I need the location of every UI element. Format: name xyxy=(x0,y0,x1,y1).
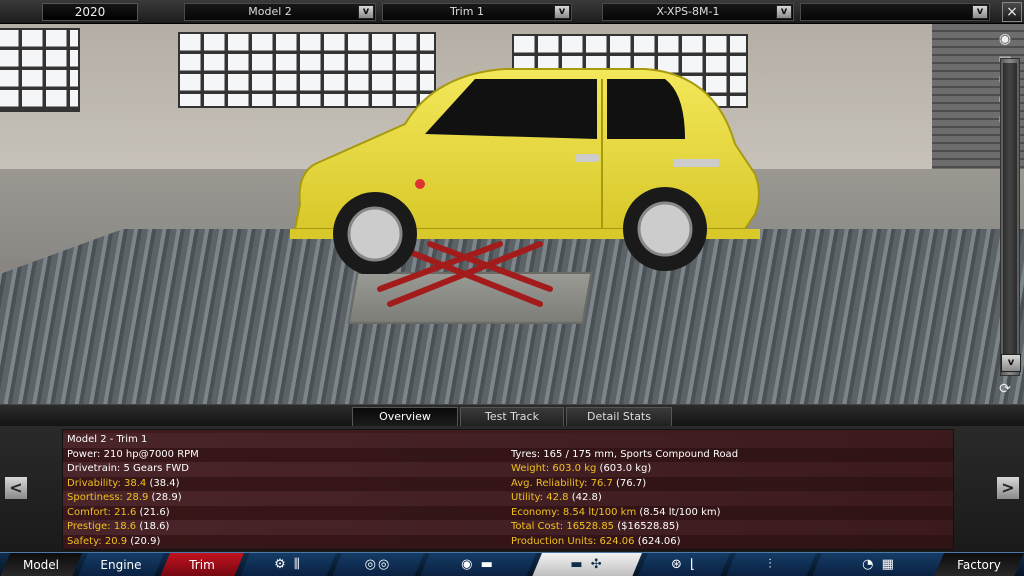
nav-model[interactable]: Model xyxy=(0,553,82,576)
stat-left-3: Sportiness: 28.9 (28.9) xyxy=(67,491,182,505)
prev-button[interactable]: < xyxy=(4,476,28,500)
car-model xyxy=(290,68,760,274)
stat-label: Total Cost: xyxy=(511,521,564,532)
next-button[interactable]: > xyxy=(996,476,1020,500)
scrollbar-thumb[interactable] xyxy=(1003,63,1017,363)
stat-left-5: Prestige: 18.6 (18.6) xyxy=(67,520,169,534)
close-button[interactable]: × xyxy=(1002,2,1022,22)
extra-select[interactable]: v xyxy=(800,3,990,21)
chevron-down-icon[interactable]: v xyxy=(776,5,792,19)
year-display[interactable]: 2020 xyxy=(42,3,138,21)
steering-icon[interactable]: ⊛ ⌊ xyxy=(638,553,730,576)
stat-base-value: (21.6) xyxy=(139,506,170,518)
stat-value: 38.4 xyxy=(124,477,147,489)
stat-base-value: (603.0 kg) xyxy=(599,463,652,474)
stat-right-0: Tyres: 165 / 175 mm, Sports Compound Roa… xyxy=(511,448,738,462)
stat-right-2: Avg. Reliability: 76.7 (76.7) xyxy=(511,477,646,491)
chassis-icon[interactable]: ◉ ▬ xyxy=(420,553,536,576)
gearbox-icon[interactable]: ⚙ ⫼ xyxy=(240,553,336,576)
stat-value: 624.06 xyxy=(599,535,635,547)
stat-label: Tyres: xyxy=(511,448,541,460)
stat-left-0: Power: 210 hp@7000 RPM xyxy=(67,448,199,462)
model-select[interactable]: Model 2 v xyxy=(184,3,376,21)
stat-base-value: (28.9) xyxy=(151,492,182,503)
stat-right-5: Total Cost: 16528.85 ($16528.85) xyxy=(511,520,679,534)
info-tabs: Overview Test Track Detail Stats xyxy=(0,404,1024,427)
top-toolbar: 2020 Model 2 v Trim 1 v X-XPS-8M-1 v v × xyxy=(0,0,1024,24)
stats-box: Model 2 - Trim 1 Power: 210 hp@7000 RPM D… xyxy=(62,429,954,550)
test-drive-icon[interactable]: ◔ ▦ xyxy=(812,553,946,576)
stat-label: Safety: xyxy=(67,535,102,547)
stat-right-4: Economy: 8.54 lt/100 km (8.54 lt/100 km) xyxy=(511,506,721,520)
stat-value: 21.6 xyxy=(114,506,137,518)
stat-left-2: Drivability: 38.4 (38.4) xyxy=(67,477,180,491)
chevron-down-icon[interactable]: v xyxy=(972,5,988,19)
stat-right-1: Weight: 603.0 kg (603.0 kg) xyxy=(511,462,651,476)
stat-base-value: (624.06) xyxy=(637,535,681,547)
stat-base-value: (18.6) xyxy=(139,521,170,532)
stat-label: Drivability: xyxy=(67,477,121,489)
stat-base-value: (38.4) xyxy=(149,477,180,489)
stat-value: 42.8 xyxy=(546,492,569,503)
nav-trim[interactable]: Trim xyxy=(160,553,244,576)
stat-label: Sportiness: xyxy=(67,492,123,503)
stat-label: Weight: xyxy=(511,463,550,474)
engine-select[interactable]: X-XPS-8M-1 v xyxy=(602,3,794,21)
stat-right-3: Utility: 42.8 (42.8) xyxy=(511,491,602,505)
stat-value: 5 Gears FWD xyxy=(123,463,189,474)
stat-left-1: Drivetrain: 5 Gears FWD xyxy=(67,462,189,476)
stat-value: 165 / 175 mm, Sports Compound Road xyxy=(543,448,739,460)
bottom-navigation: Model Engine Trim ⚙ ⫼ ◎◎ ◉ ▬ ▬ ✣ ⊛ ⌊ ⫶ ◔… xyxy=(0,552,1024,576)
tab-test-track[interactable]: Test Track xyxy=(460,407,564,427)
stat-value: 18.6 xyxy=(113,521,137,532)
nav-engine[interactable]: Engine xyxy=(78,553,164,576)
chevron-down-icon[interactable]: v xyxy=(358,5,374,19)
model-select-value: Model 2 xyxy=(248,5,292,18)
chevron-down-icon[interactable]: v xyxy=(554,5,570,19)
stat-left-4: Comfort: 21.6 (21.6) xyxy=(67,506,170,520)
stat-left-6: Safety: 20.9 (20.9) xyxy=(67,535,160,549)
stat-value: 8.54 lt/100 km xyxy=(562,506,637,518)
stat-base-value: (42.8) xyxy=(571,492,602,503)
stat-base-value: ($16528.85) xyxy=(617,521,680,532)
rotate-view-icon[interactable]: ⟳ xyxy=(990,380,1020,398)
stats-title: Model 2 - Trim 1 xyxy=(67,434,148,445)
stat-label: Utility: xyxy=(511,492,544,503)
stat-label: Production Units: xyxy=(511,535,597,547)
engine-select-value: X-XPS-8M-1 xyxy=(656,5,720,18)
stat-right-6: Production Units: 624.06 (624.06) xyxy=(511,535,681,549)
stat-base-value: (20.9) xyxy=(130,535,161,547)
stat-label: Drivetrain: xyxy=(67,463,121,474)
wheels-icon[interactable]: ◎◎ xyxy=(332,553,424,576)
stat-value: 603.0 kg xyxy=(552,463,597,474)
scroll-down-button[interactable]: v xyxy=(1001,354,1021,372)
view-scrollbar[interactable] xyxy=(1000,58,1020,376)
stat-value: 16528.85 xyxy=(566,521,615,532)
stat-base-value: (8.54 lt/100 km) xyxy=(639,506,721,518)
tab-overview[interactable]: Overview xyxy=(352,407,458,427)
stat-label: Prestige: xyxy=(67,521,111,532)
garage-window xyxy=(0,28,80,112)
stat-label: Comfort: xyxy=(67,506,111,518)
camera-icon[interactable]: ◉ xyxy=(990,30,1020,48)
stat-value: 28.9 xyxy=(126,492,149,503)
stat-label: Power: xyxy=(67,448,101,460)
nav-factory[interactable]: Factory xyxy=(934,553,1024,576)
stat-value: 76.7 xyxy=(590,477,613,489)
stat-base-value: (76.7) xyxy=(616,477,647,489)
stat-value: 20.9 xyxy=(104,535,128,547)
suspension-icon[interactable]: ⫶ xyxy=(726,553,816,576)
tab-detail-stats[interactable]: Detail Stats xyxy=(566,407,672,427)
overview-panel: < > Model 2 - Trim 1 Power: 210 hp@7000 … xyxy=(0,426,1024,552)
stat-value: 210 hp@7000 RPM xyxy=(103,448,199,460)
trim-select-value: Trim 1 xyxy=(450,5,484,18)
body-icon[interactable]: ▬ ✣ xyxy=(532,553,642,576)
car-viewport[interactable]: ◉ ▭ ▭ ▭ ▭ v ⟳ xyxy=(0,24,1024,404)
stat-label: Economy: xyxy=(511,506,560,518)
stat-label: Avg. Reliability: xyxy=(511,477,588,489)
trim-select[interactable]: Trim 1 v xyxy=(382,3,572,21)
